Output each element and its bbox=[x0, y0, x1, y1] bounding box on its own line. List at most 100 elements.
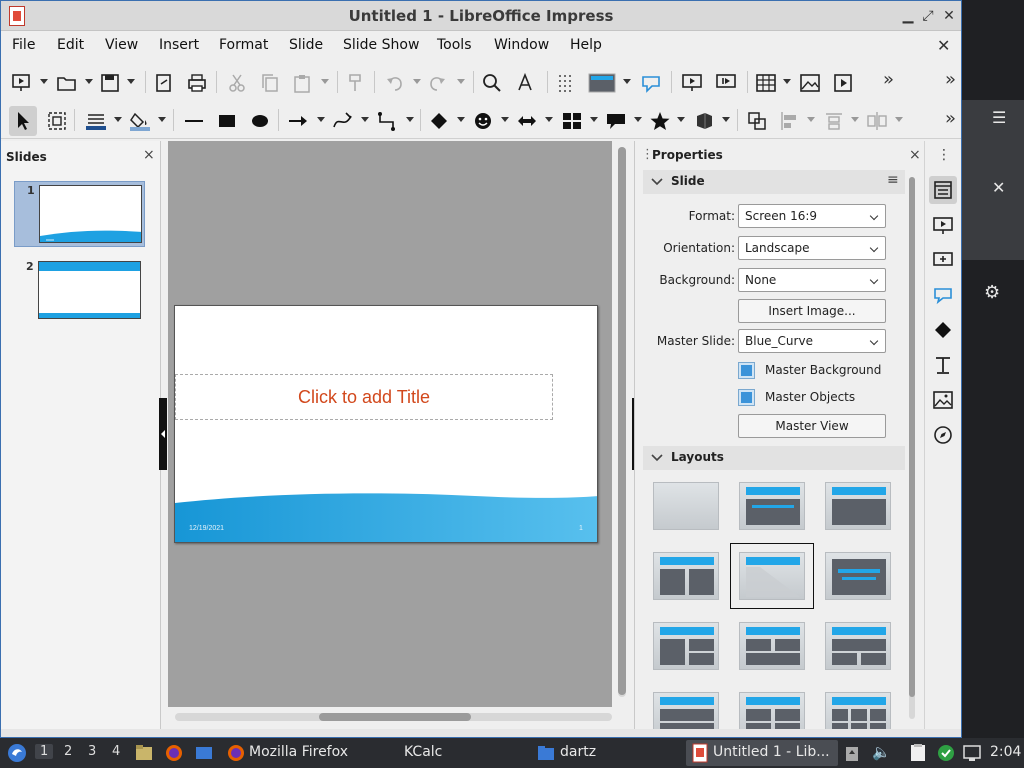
display-grid-icon[interactable] bbox=[556, 72, 578, 94]
chevron-down-icon[interactable] bbox=[457, 117, 465, 122]
chevron-down-icon[interactable] bbox=[457, 79, 465, 84]
chevron-down-icon[interactable] bbox=[807, 117, 815, 122]
basic-shapes-icon[interactable] bbox=[428, 110, 450, 132]
chevron-down-icon[interactable] bbox=[114, 117, 122, 122]
navigator-tab[interactable] bbox=[929, 421, 957, 449]
copy-icon[interactable] bbox=[259, 72, 281, 94]
chevron-down-icon[interactable] bbox=[501, 117, 509, 122]
sidebar-menu-icon[interactable]: ⋮ bbox=[937, 147, 951, 163]
3d-objects-icon[interactable] bbox=[693, 110, 715, 132]
file-manager-icon[interactable] bbox=[134, 743, 154, 763]
minimize-button[interactable]: ▁ bbox=[899, 6, 917, 26]
slide-canvas[interactable]: Click to add Title 12/19/2021 1 bbox=[174, 305, 598, 543]
gear-icon[interactable]: ⚙ bbox=[984, 282, 1000, 303]
layout-blank[interactable] bbox=[653, 482, 719, 530]
menu-view[interactable]: View bbox=[105, 37, 138, 53]
menu-slide-show[interactable]: Slide Show bbox=[343, 37, 419, 53]
slide-thumbnail-1[interactable]: 1 bbox=[14, 181, 145, 247]
maximize-button[interactable]: ⤢ bbox=[919, 6, 937, 26]
chevron-down-icon[interactable] bbox=[158, 117, 166, 122]
layout-title-box[interactable] bbox=[825, 482, 891, 530]
display-views-icon[interactable] bbox=[588, 72, 616, 94]
firefox-icon[interactable] bbox=[164, 743, 184, 763]
layout-content-over-two[interactable] bbox=[825, 622, 891, 670]
export-pdf-icon[interactable] bbox=[153, 72, 175, 94]
ellipse-tool-icon[interactable] bbox=[249, 110, 271, 132]
workspace-2[interactable]: 2 bbox=[64, 744, 72, 759]
scrollbar-thumb[interactable] bbox=[909, 177, 915, 697]
layouts-section-header[interactable]: Layouts bbox=[643, 446, 905, 470]
layout-two-content-one[interactable] bbox=[739, 622, 805, 670]
menu-window[interactable]: Window bbox=[494, 37, 549, 53]
clipboard-icon[interactable] bbox=[845, 744, 859, 762]
save-icon[interactable] bbox=[99, 72, 121, 94]
menu-slide[interactable]: Slide bbox=[289, 37, 323, 53]
toolbar-overflow-icon[interactable]: » bbox=[945, 69, 956, 90]
master-objects-checkbox[interactable] bbox=[738, 389, 755, 406]
window-icon[interactable] bbox=[194, 743, 214, 763]
line-color-icon[interactable] bbox=[85, 110, 107, 132]
chevron-down-icon[interactable] bbox=[317, 117, 325, 122]
collapse-chevron-icon[interactable] bbox=[651, 453, 663, 463]
connector-icon[interactable] bbox=[376, 110, 398, 132]
workspace-3[interactable]: 3 bbox=[88, 744, 96, 759]
close-slides-pane-button[interactable]: × bbox=[143, 147, 155, 163]
layout-four-content[interactable] bbox=[739, 692, 805, 729]
insert-media-icon[interactable] bbox=[832, 72, 854, 94]
chevron-down-icon[interactable] bbox=[85, 79, 93, 84]
slides-pane-collapse-handle[interactable] bbox=[159, 398, 167, 470]
table-icon[interactable] bbox=[755, 72, 777, 94]
master-background-checkbox[interactable] bbox=[738, 362, 755, 379]
menu-format[interactable]: Format bbox=[219, 37, 268, 53]
slide-section-header[interactable]: Slide ≡ bbox=[643, 170, 905, 194]
vertical-scrollbar[interactable] bbox=[618, 147, 626, 697]
chevron-down-icon[interactable] bbox=[634, 117, 642, 122]
master-view-button[interactable]: Master View bbox=[738, 414, 886, 438]
collapse-chevron-icon[interactable] bbox=[651, 177, 663, 187]
layout-six-content[interactable] bbox=[825, 692, 891, 729]
task-firefox[interactable]: Mozilla Firefox bbox=[249, 744, 348, 760]
slide-date-field[interactable]: 12/19/2021 bbox=[189, 525, 224, 532]
background-select[interactable]: None bbox=[738, 268, 886, 292]
chevron-down-icon[interactable] bbox=[895, 117, 903, 122]
menu-icon[interactable]: ☰ bbox=[992, 108, 1006, 127]
menu-file[interactable]: File bbox=[12, 37, 35, 53]
menu-help[interactable]: Help bbox=[570, 37, 602, 53]
orientation-select[interactable]: Landscape bbox=[738, 236, 886, 260]
line-tool-icon[interactable] bbox=[183, 110, 205, 132]
properties-tab[interactable] bbox=[929, 176, 957, 204]
star-shapes-icon[interactable] bbox=[649, 110, 671, 132]
curve-tool-icon[interactable] bbox=[332, 110, 354, 132]
properties-scrollbar[interactable] bbox=[909, 177, 915, 719]
insert-image-button[interactable]: Insert Image... bbox=[738, 299, 886, 323]
chevron-down-icon[interactable] bbox=[127, 79, 135, 84]
chevron-down-icon[interactable] bbox=[851, 117, 859, 122]
section-menu-icon[interactable]: ≡ bbox=[887, 172, 899, 188]
zoom-pan-icon[interactable] bbox=[46, 110, 68, 132]
chevron-down-icon[interactable] bbox=[623, 79, 631, 84]
chevron-down-icon[interactable] bbox=[590, 117, 598, 122]
task-dartz[interactable]: dartz bbox=[560, 744, 596, 760]
volume-icon[interactable]: 🔈 bbox=[872, 743, 891, 761]
task-impress[interactable]: Untitled 1 - Lib... bbox=[713, 744, 830, 760]
chevron-down-icon[interactable] bbox=[413, 79, 421, 84]
chevron-down-icon[interactable] bbox=[722, 117, 730, 122]
toolbar-overflow-icon[interactable]: » bbox=[945, 108, 956, 129]
block-arrows-icon[interactable] bbox=[516, 110, 538, 132]
layout-title-two-rows[interactable] bbox=[653, 692, 719, 729]
workspace-4[interactable]: 4 bbox=[112, 744, 120, 759]
spelling-icon[interactable] bbox=[515, 72, 537, 94]
chevron-down-icon[interactable] bbox=[321, 79, 329, 84]
line-arrow-icon[interactable] bbox=[287, 110, 309, 132]
clone-formatting-icon[interactable] bbox=[344, 72, 366, 94]
chevron-down-icon[interactable] bbox=[40, 79, 48, 84]
styles-tab[interactable] bbox=[929, 351, 957, 379]
open-folder-icon[interactable] bbox=[56, 72, 78, 94]
align-objects-icon[interactable] bbox=[779, 110, 801, 132]
paste-icon[interactable] bbox=[291, 72, 313, 94]
slide-transition-tab[interactable] bbox=[929, 211, 957, 239]
network-icon[interactable] bbox=[962, 743, 982, 763]
notes-icon[interactable] bbox=[908, 743, 928, 763]
check-update-icon[interactable] bbox=[936, 743, 956, 763]
format-select[interactable]: Screen 16:9 bbox=[738, 204, 886, 228]
